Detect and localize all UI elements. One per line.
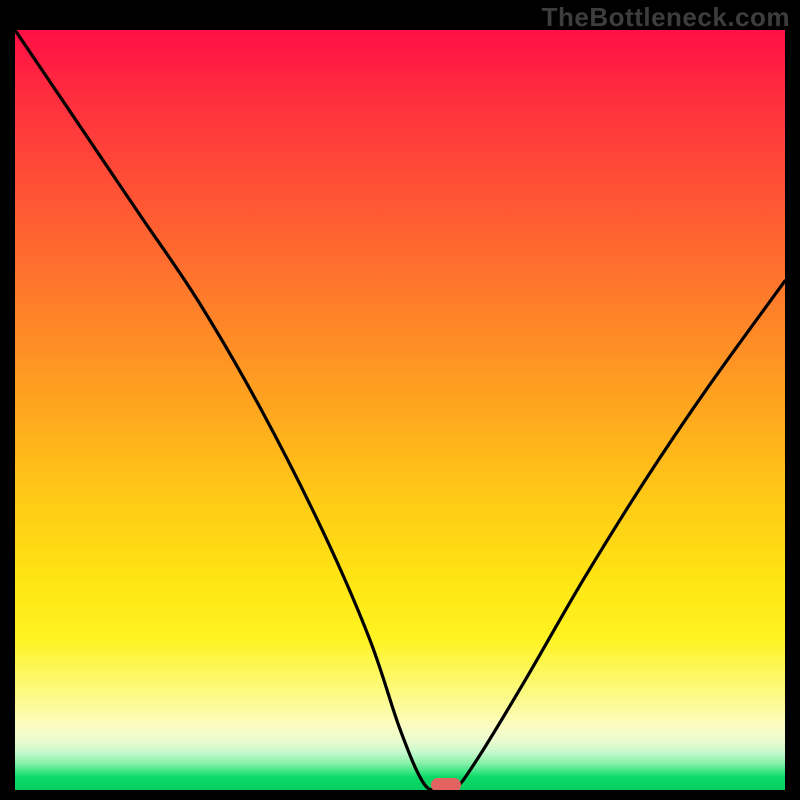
plot-area <box>15 30 785 790</box>
watermark-text: TheBottleneck.com <box>542 2 790 33</box>
chart-frame: TheBottleneck.com <box>0 0 800 800</box>
bottleneck-curve <box>15 30 785 790</box>
optimal-point-marker <box>431 778 461 790</box>
